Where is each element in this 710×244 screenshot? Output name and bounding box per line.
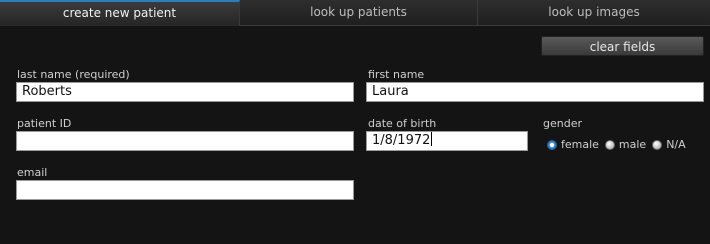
gender-option-male[interactable]: male — [604, 138, 647, 151]
radio-unchecked-icon[interactable] — [604, 139, 615, 150]
gender-radio-group: female male N/A — [547, 138, 692, 151]
clear-fields-button[interactable]: clear fields — [541, 36, 704, 56]
email-label: email — [17, 166, 48, 179]
dob-value: 1/8/1972 — [372, 133, 431, 148]
dob-field[interactable]: 1/8/1972 — [366, 131, 528, 151]
first-name-field[interactable]: Laura — [366, 82, 704, 102]
dob-label: date of birth — [368, 117, 437, 130]
radio-unchecked-icon[interactable] — [652, 139, 663, 150]
gender-option-label: male — [618, 138, 647, 151]
gender-option-label: female — [561, 138, 599, 151]
gender-option-female[interactable]: female — [547, 138, 599, 151]
patient-id-field[interactable] — [16, 131, 354, 151]
radio-checked-icon[interactable] — [547, 139, 557, 150]
gender-option-na[interactable]: N/A — [652, 138, 686, 151]
tab-create-new-patient[interactable]: create new patient — [0, 0, 240, 26]
tab-look-up-images[interactable]: look up images — [478, 0, 710, 26]
last-name-field[interactable]: Roberts — [16, 82, 354, 102]
text-caret — [431, 132, 433, 146]
gender-label: gender — [543, 117, 582, 130]
tab-look-up-patients[interactable]: look up patients — [240, 0, 478, 26]
first-name-label: first name — [368, 68, 425, 81]
email-field[interactable] — [16, 180, 354, 200]
tab-bar: create new patient look up patients look… — [0, 0, 710, 26]
last-name-label: last name (required) — [17, 68, 130, 81]
patient-id-label: patient ID — [17, 117, 72, 130]
gender-option-label: N/A — [666, 138, 686, 151]
